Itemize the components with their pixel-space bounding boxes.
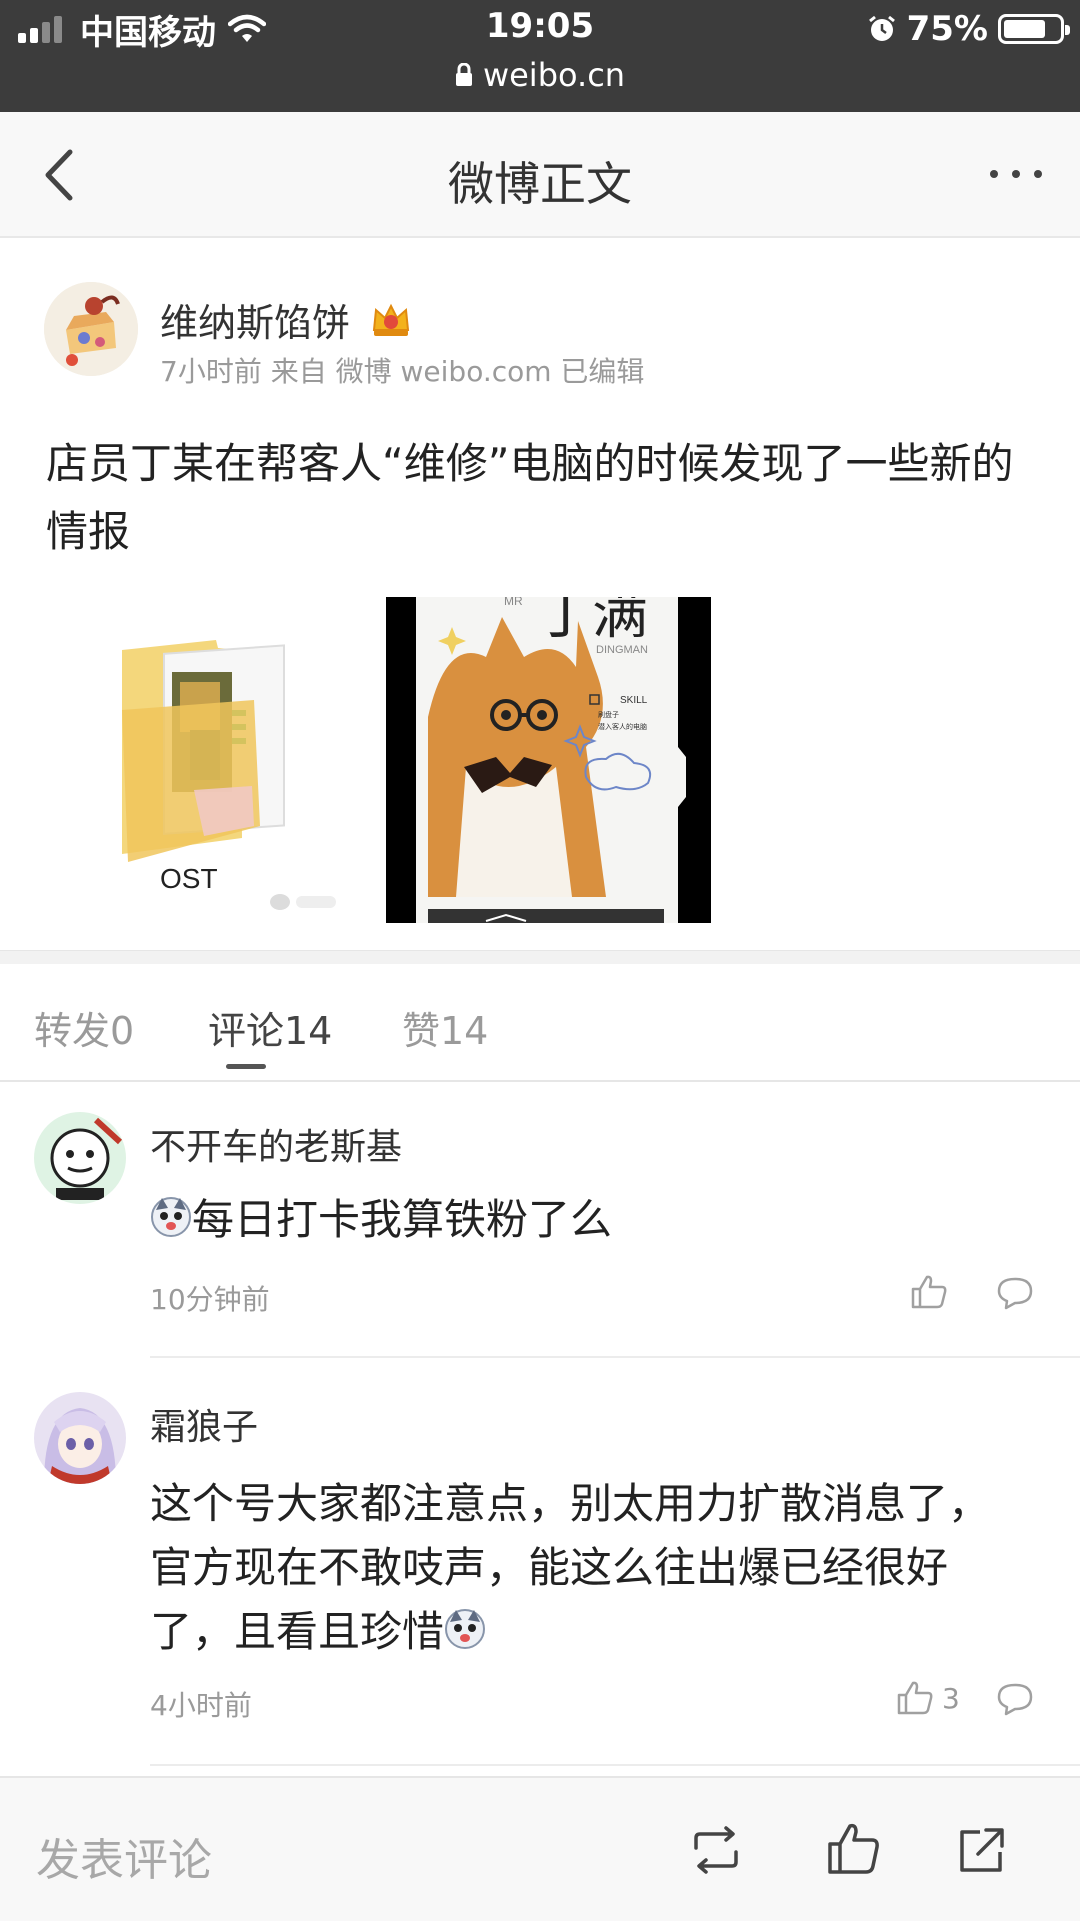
comment-like-button[interactable]: 3 — [896, 1680, 960, 1716]
tab-reposts[interactable]: 转发0 — [34, 1000, 134, 1055]
commenter-avatar[interactable] — [34, 1112, 126, 1204]
comment-text: 每日打卡我算铁粉了么 — [150, 1188, 1030, 1252]
nav-bar: 微博正文 — [0, 112, 1080, 238]
comment-divider — [150, 1356, 1080, 1358]
author-name[interactable]: 维纳斯馅饼 — [160, 292, 350, 347]
thumbs-up-icon — [897, 1681, 933, 1715]
comment-input[interactable]: 发表评论 — [36, 1824, 212, 1888]
battery-percent: 75% — [906, 9, 988, 49]
section-divider — [0, 950, 1080, 964]
more-icon[interactable] — [986, 162, 1046, 186]
thumbs-up-icon — [911, 1275, 947, 1309]
commenter-name[interactable]: 霜狼子 — [150, 1398, 258, 1450]
card-title: 丁满 — [536, 597, 648, 647]
bottom-action-bar: 发表评论 — [0, 1776, 1080, 1921]
author-avatar[interactable] — [44, 282, 138, 376]
post-text: 店员丁某在帮客人“维修”电脑的时候发现了一些新的情报 — [46, 439, 1014, 556]
card-skill-label: SKILL — [620, 695, 648, 706]
comment-time: 4小时前 — [150, 1689, 252, 1722]
url-text: weibo.cn — [482, 56, 626, 94]
battery-icon — [998, 14, 1070, 44]
tab-comments[interactable]: 评论14 — [208, 1000, 332, 1055]
comment-like-button[interactable] — [910, 1274, 956, 1310]
post-meta: 7小时前 来自 微博 weibo.com 已编辑 — [160, 355, 645, 388]
vip-crown-icon — [372, 303, 410, 336]
card-title-small: MR — [504, 597, 523, 608]
like-icon[interactable] — [826, 1822, 882, 1878]
alarm-icon — [868, 15, 895, 41]
comment-time: 10分钟前 — [150, 1283, 270, 1316]
page-title: 微博正文 — [448, 157, 632, 211]
comment-body: 每日打卡我算铁粉了么 — [192, 1195, 613, 1244]
husky-emoji-icon — [151, 1197, 191, 1237]
commenter-avatar[interactable] — [34, 1392, 126, 1484]
comment-reply-icon[interactable] — [996, 1682, 1034, 1716]
repost-icon[interactable] — [688, 1822, 744, 1878]
folder-caption: OST — [160, 863, 218, 894]
tabs-divider — [0, 1080, 1080, 1082]
comment-like-count: 3 — [942, 1681, 960, 1715]
post-image-cat-card[interactable]: 丁满 MR DINGMAN SKILL 刷盘子 潜入客人的电脑 — [386, 597, 711, 923]
husky-emoji-icon — [445, 1609, 486, 1649]
card-subtitle: DINGMAN — [596, 644, 648, 656]
comment-divider — [150, 1764, 1080, 1766]
tab-likes[interactable]: 赞14 — [402, 1000, 488, 1055]
comment-text: 这个号大家都注意点，别太用力扩散消息了，官方现在不敢吱声，能这么往出爆已经很好了… — [150, 1472, 1030, 1664]
card-skill-2: 潜入客人的电脑 — [598, 722, 647, 731]
post-tabs: 转发0 评论14 赞14 — [0, 990, 1080, 1080]
status-bar: 中国移动 19:05 75% weibo.cn — [0, 0, 1080, 112]
commenter-name[interactable]: 不开车的老斯基 — [150, 1118, 402, 1170]
lock-icon — [455, 63, 472, 86]
post-image-folder[interactable]: OST — [104, 590, 372, 920]
comment-reply-icon[interactable] — [996, 1276, 1034, 1310]
card-skill-1: 刷盘子 — [598, 710, 619, 719]
share-icon[interactable] — [954, 1822, 1010, 1878]
active-tab-indicator — [226, 1064, 266, 1069]
address-bar[interactable]: weibo.cn — [0, 56, 1080, 94]
comment-body: 这个号大家都注意点，别太用力扩散消息了，官方现在不敢吱声，能这么往出爆已经很好了… — [150, 1479, 991, 1656]
